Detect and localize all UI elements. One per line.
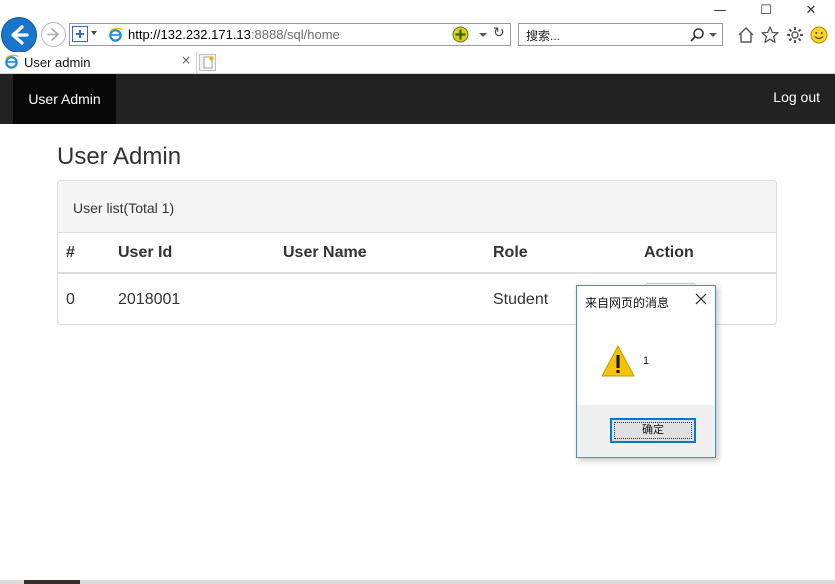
dialog-close-icon[interactable] <box>694 292 708 306</box>
url-path: :8888/sql/home <box>250 27 340 42</box>
tab-close-icon[interactable]: × <box>181 53 191 67</box>
taskbar-edge <box>0 580 835 584</box>
settings-gear-icon[interactable] <box>785 25 805 45</box>
back-button[interactable] <box>1 17 37 53</box>
dialog-title: 来自网页的消息 <box>585 296 670 310</box>
url-host: http://132.232.171.13 <box>128 27 251 42</box>
alert-dialog: 来自网页的消息 1 确定 <box>576 285 716 458</box>
search-input[interactable]: 搜索... <box>526 27 560 44</box>
table-header-divider <box>58 272 776 274</box>
security-shield-icon[interactable] <box>72 26 88 42</box>
address-bar[interactable]: http://132.232.171.13:8888/sql/home ↻ <box>69 23 511 46</box>
column-header-role: Role <box>493 244 528 261</box>
shield-dropdown-icon[interactable] <box>91 31 97 35</box>
search-dropdown-icon[interactable] <box>709 33 717 37</box>
ie-page-icon <box>109 27 123 42</box>
navbar-brand[interactable]: User Admin <box>13 74 116 124</box>
browser-chrome: — ☐ ✕ http://132.232.171.13:8888/sql/hom… <box>0 0 835 74</box>
panel-heading: User list(Total 1) <box>58 181 776 233</box>
close-window-button[interactable]: ✕ <box>801 2 821 20</box>
logout-link[interactable]: Log out <box>773 89 820 105</box>
compat-view-icon[interactable] <box>452 26 469 43</box>
tab-title: User admin <box>24 55 91 70</box>
dialog-message: 1 <box>643 355 650 367</box>
column-header-user-id: User Id <box>118 244 173 261</box>
home-icon[interactable] <box>736 25 756 45</box>
back-arrow-icon <box>11 25 29 45</box>
panel-heading-text: User list(Total 1) <box>73 200 175 216</box>
forward-button[interactable] <box>41 22 66 47</box>
tab-ie-icon <box>5 54 19 69</box>
column-header-action: Action <box>644 244 694 261</box>
dialog-footer: 确定 <box>577 405 715 457</box>
page-title: User Admin <box>57 143 182 170</box>
favorites-star-icon[interactable] <box>760 25 780 45</box>
search-icon[interactable] <box>689 27 705 43</box>
forward-arrow-icon <box>47 28 59 41</box>
row-index-cell: 0 <box>66 291 75 308</box>
row-user-id-cell: 2018001 <box>118 291 181 308</box>
maximize-button[interactable]: ☐ <box>756 2 776 20</box>
row-role-cell: Student <box>493 291 549 308</box>
column-header-user-name: User Name <box>283 244 367 261</box>
url-text[interactable]: http://132.232.171.13:8888/sql/home <box>128 27 340 42</box>
dialog-ok-button[interactable]: 确定 <box>610 418 696 443</box>
column-header-index: # <box>66 244 75 261</box>
focus-outline <box>614 422 692 439</box>
search-box[interactable]: 搜索... <box>518 23 723 46</box>
app-navbar: User Admin Log out <box>0 74 835 124</box>
smiley-feedback-icon[interactable] <box>809 25 829 45</box>
new-tab-icon <box>203 56 214 69</box>
address-dropdown-icon[interactable] <box>479 33 487 37</box>
refresh-icon[interactable]: ↻ <box>493 25 505 41</box>
warning-icon <box>601 345 635 377</box>
minimize-button[interactable]: — <box>710 2 730 20</box>
new-tab-button[interactable] <box>199 54 216 71</box>
taskbar-item <box>24 580 80 584</box>
browser-tab-active[interactable]: User admin × <box>0 52 197 74</box>
